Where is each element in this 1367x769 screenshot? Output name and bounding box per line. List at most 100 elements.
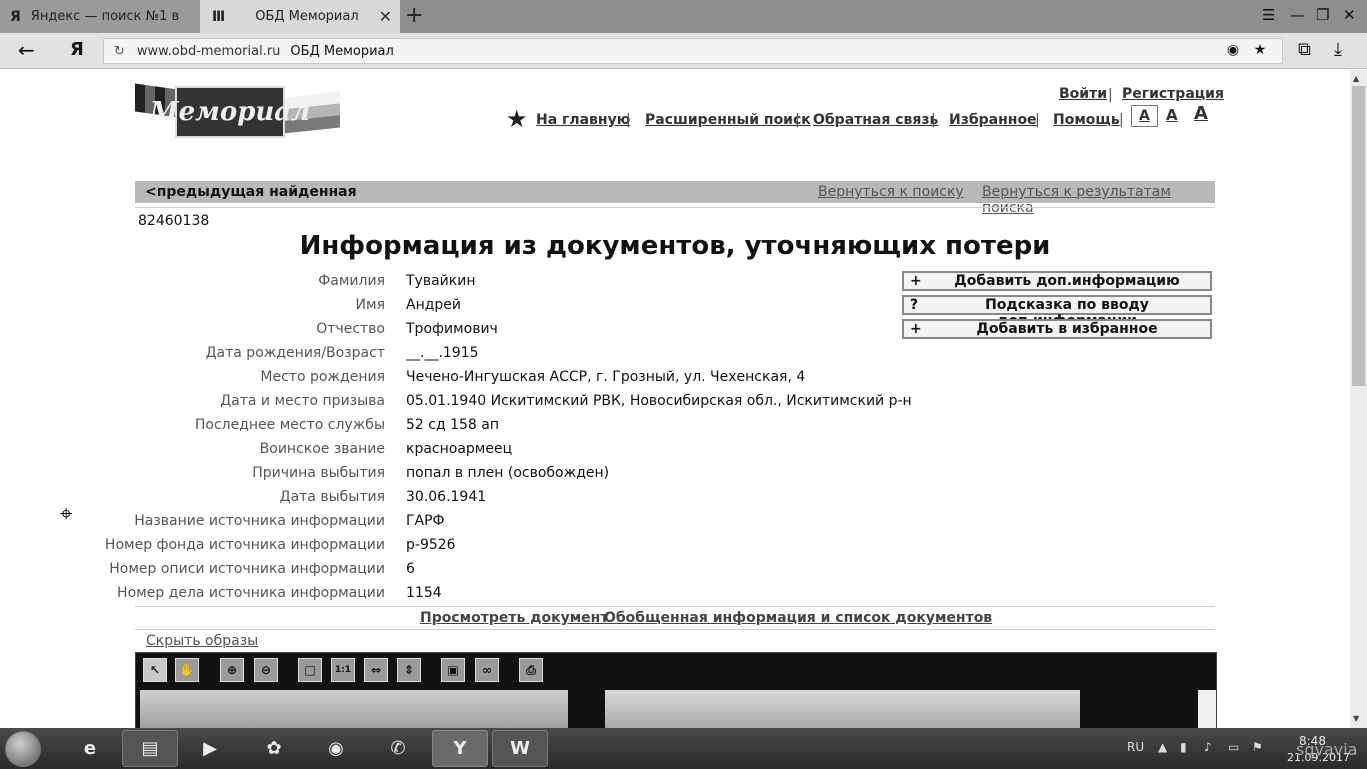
- divider: [135, 629, 1215, 630]
- url-field[interactable]: ↻ www.obd-memorial.ru ОБД Мемориал ◉ ★: [103, 38, 1283, 64]
- divider: [135, 606, 1215, 607]
- hand-tool-icon[interactable]: ✋: [175, 658, 199, 682]
- pdf-icon[interactable]: ⎙: [519, 658, 543, 682]
- separator: |: [626, 112, 631, 128]
- fit-height-icon[interactable]: ⇕: [397, 658, 421, 682]
- link-icon[interactable]: ∞: [475, 658, 499, 682]
- flag-icon[interactable]: ⚑: [1252, 740, 1263, 754]
- nav-home[interactable]: На главную: [536, 112, 630, 128]
- record-id: 82460138: [138, 213, 210, 229]
- yandex-browser-icon[interactable]: Y: [432, 730, 488, 767]
- scroll-down-icon[interactable]: ▼: [1353, 714, 1359, 723]
- media-player-icon[interactable]: ▶: [182, 730, 238, 767]
- new-tab-icon[interactable]: +: [405, 3, 423, 28]
- scroll-up-icon[interactable]: ▲: [1353, 74, 1359, 83]
- field-value: Трофимович: [406, 321, 498, 337]
- close-window-icon[interactable]: ✕: [1343, 6, 1356, 24]
- network-icon[interactable]: ▭: [1228, 740, 1239, 754]
- paint-icon[interactable]: ✿: [246, 730, 302, 767]
- hide-images-link[interactable]: Скрыть образы: [146, 633, 258, 649]
- separator: |: [1119, 112, 1124, 128]
- viewer-scrollbar[interactable]: [1198, 690, 1216, 728]
- save-icon[interactable]: ▣: [441, 658, 465, 682]
- firefox-icon[interactable]: ◉: [308, 730, 364, 767]
- zoom-in-icon[interactable]: ⊕: [220, 658, 244, 682]
- button-label: Добавить доп.информацию: [954, 273, 1180, 289]
- fit-width-icon[interactable]: ⇔: [364, 658, 388, 682]
- register-link[interactable]: Регистрация: [1122, 86, 1224, 102]
- nav-advanced-search[interactable]: Расширенный поиск: [645, 112, 811, 128]
- downloads-manager-icon[interactable]: ⧉: [1298, 39, 1311, 60]
- word-icon[interactable]: W: [492, 730, 548, 767]
- url-page-title: ОБД Мемориал: [290, 43, 394, 59]
- field-row: Название источника информации ГАРФ: [134, 509, 1035, 533]
- field-label: Воинское звание: [259, 441, 385, 457]
- back-to-results-link[interactable]: Вернуться к результатам поиска: [982, 184, 1215, 216]
- select-tool-icon[interactable]: ↖: [143, 658, 167, 682]
- field-row: Причина выбытия попал в плен (освобожден): [135, 461, 1035, 485]
- yandex-logo-icon[interactable]: Я: [70, 39, 84, 60]
- tab-yandex[interactable]: Я Яндекс — поиск №1 в Росс: [0, 0, 200, 33]
- minimize-icon[interactable]: —: [1290, 6, 1305, 24]
- internet-explorer-icon[interactable]: e: [62, 730, 118, 767]
- back-arrow-icon[interactable]: ←: [18, 38, 35, 62]
- viber-icon[interactable]: ✆: [370, 730, 426, 767]
- summary-link[interactable]: Обобщенная информация и список документо…: [604, 610, 992, 626]
- tray-expand-icon[interactable]: ▲: [1158, 740, 1167, 754]
- field-value: 30.06.1941: [406, 489, 487, 505]
- nav-feedback[interactable]: Обратная связь: [813, 112, 938, 128]
- volume-icon[interactable]: ♪: [1204, 740, 1212, 754]
- language-indicator[interactable]: RU: [1127, 740, 1144, 754]
- field-value: попал в плен (освобожден): [406, 465, 610, 481]
- field-value: ГАРФ: [406, 513, 445, 529]
- nav-favorites[interactable]: Избранное: [949, 112, 1037, 128]
- zoom-out-icon[interactable]: ⊖: [254, 658, 278, 682]
- browser-tab-bar: Я Яндекс — поиск №1 в Росс Ⅲ ОБД Мемориа…: [0, 0, 1367, 33]
- field-value: р-9526: [406, 537, 456, 553]
- plus-icon: +: [910, 321, 922, 337]
- prev-found-link[interactable]: <предыдущая найденная: [145, 184, 357, 200]
- close-icon[interactable]: ✕: [379, 7, 392, 26]
- login-link[interactable]: Войти: [1059, 86, 1107, 102]
- reload-icon[interactable]: ↻: [114, 44, 125, 59]
- separator: |: [1108, 87, 1113, 103]
- field-label: Дата и место призыва: [220, 393, 385, 409]
- actual-size-icon[interactable]: 1:1: [331, 658, 355, 682]
- address-bar: ← Я ↻ www.obd-memorial.ru ОБД Мемориал ◉…: [0, 33, 1367, 69]
- download-icon[interactable]: ⤓: [1334, 39, 1342, 60]
- field-value: 6: [406, 561, 415, 577]
- add-info-button[interactable]: + Добавить доп.информацию: [902, 271, 1212, 291]
- back-to-search-link[interactable]: Вернуться к поиску: [818, 184, 964, 200]
- field-value: Тувайкин: [406, 273, 476, 289]
- protect-icon[interactable]: ◉: [1224, 42, 1242, 60]
- add-favorite-button[interactable]: + Добавить в избранное: [902, 319, 1212, 339]
- field-label: Название источника информации: [134, 513, 385, 529]
- field-label: Дата выбытия: [279, 489, 385, 505]
- restore-icon[interactable]: ❐: [1316, 6, 1329, 24]
- field-row: Место рождения Чечено-Ингушская АССР, г. …: [135, 365, 1035, 389]
- font-size-medium[interactable]: A: [1166, 106, 1178, 124]
- tab-memorial[interactable]: Ⅲ ОБД Мемориал ✕: [200, 0, 400, 33]
- font-size-large[interactable]: A: [1194, 103, 1208, 124]
- memorial-logo[interactable]: Мемориал: [135, 82, 340, 142]
- document-scan-left: [140, 690, 568, 728]
- field-row: Воинское звание красноармеец: [135, 437, 1035, 461]
- font-size-small[interactable]: A: [1131, 105, 1158, 127]
- separator: |: [1035, 112, 1040, 128]
- field-row: Последнее место службы 52 сд 158 ап: [135, 413, 1035, 437]
- crosshair-cursor-icon: ⌖: [60, 502, 73, 527]
- page-title: Информация из документов, уточняющих пот…: [299, 231, 1051, 261]
- fit-page-icon[interactable]: □: [298, 658, 322, 682]
- bookmark-star-icon[interactable]: ★: [1251, 42, 1269, 60]
- field-value: 05.01.1940 Искитимский РВК, Новосибирска…: [406, 393, 912, 409]
- file-explorer-icon[interactable]: ▤: [122, 730, 178, 767]
- view-document-link[interactable]: Просмотреть документ: [420, 610, 608, 626]
- hint-button[interactable]: ? Подсказка по вводу доп.информации: [902, 295, 1212, 329]
- page-scrollbar-thumb[interactable]: [1352, 86, 1365, 386]
- tray-device-icon[interactable]: ▮: [1180, 740, 1187, 754]
- field-value: __.__.1915: [406, 345, 479, 361]
- menu-icon[interactable]: ☰: [1262, 6, 1275, 24]
- start-button-icon[interactable]: [5, 731, 41, 767]
- logo-text: Мемориал: [150, 86, 310, 138]
- nav-help[interactable]: Помощь: [1053, 112, 1120, 128]
